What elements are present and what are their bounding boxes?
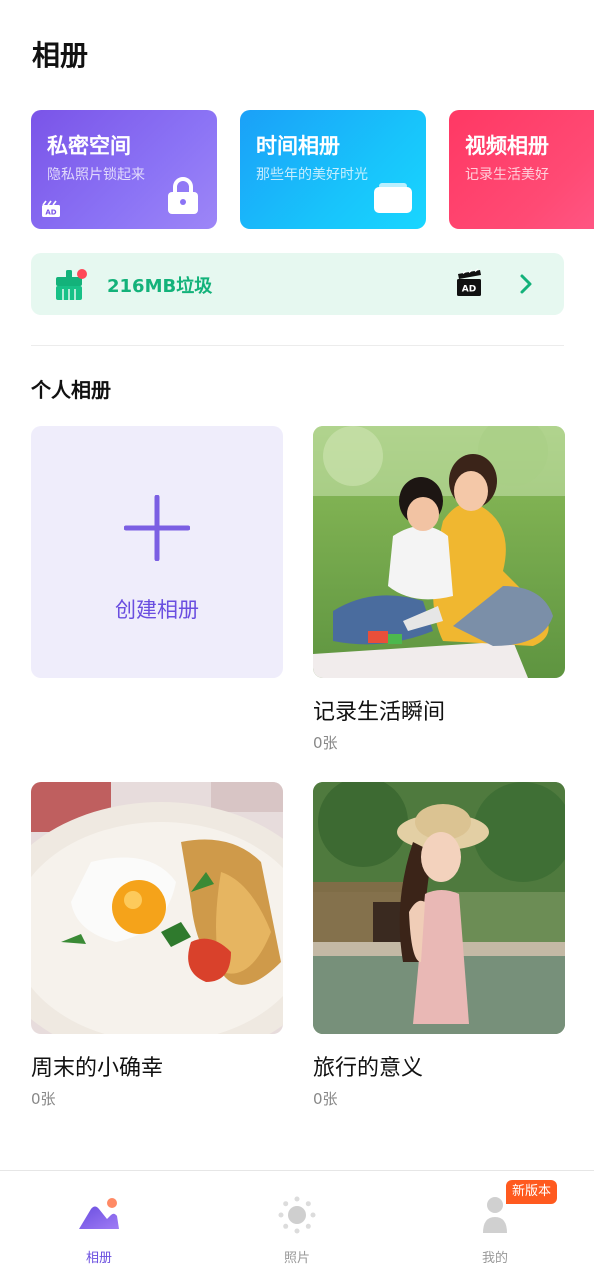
card-subtitle: 那些年的美好时光 <box>256 167 368 183</box>
create-album-button[interactable]: 创建相册 <box>31 426 283 678</box>
album-photo-count: 0张 <box>313 1090 338 1108</box>
junk-cleaner-banner[interactable]: 216MB垃圾 AD <box>31 253 564 315</box>
card-title: 时间相册 <box>256 134 340 158</box>
lock-icon <box>168 177 198 214</box>
tab-mine[interactable]: 我的 新版本 <box>396 1171 594 1280</box>
card-subtitle: 记录生活美好 <box>465 167 549 183</box>
chevron-right-icon <box>520 274 532 294</box>
page-title: 相册 <box>32 39 89 72</box>
album-icon <box>79 1198 119 1229</box>
album-photo-count: 0张 <box>31 1090 56 1108</box>
ad-icon: AD <box>457 268 481 296</box>
album-photo-count: 0张 <box>313 734 338 752</box>
album-card[interactable]: 旅行的意义 0张 <box>313 782 565 1108</box>
tab-photos[interactable]: 照片 <box>198 1171 396 1280</box>
folder-icon <box>374 183 412 213</box>
card-subtitle: 隐私照片锁起来 <box>47 167 145 183</box>
create-album-label: 创建相册 <box>115 598 199 622</box>
tab-label: 照片 <box>283 1251 310 1266</box>
svg-text:AD: AD <box>462 285 476 295</box>
video-album-card[interactable]: 视频相册 记录生活美好 <box>449 110 594 229</box>
plus-icon <box>124 495 190 561</box>
card-title: 视频相册 <box>465 134 549 158</box>
tab-album[interactable]: 相册 <box>0 1171 198 1280</box>
private-space-card[interactable]: 私密空间 隐私照片锁起来 AD <box>31 110 217 229</box>
broom-icon <box>56 269 87 300</box>
album-cover-image <box>313 782 565 1034</box>
tab-label: 相册 <box>85 1251 112 1266</box>
album-cover-image <box>31 782 283 1034</box>
photos-icon <box>278 1196 316 1234</box>
divider <box>31 345 564 346</box>
album-card[interactable]: 记录生活瞬间 0张 <box>313 426 565 752</box>
ad-icon: AD <box>42 200 60 217</box>
new-version-badge: 新版本 <box>506 1180 558 1204</box>
album-name: 记录生活瞬间 <box>313 700 446 725</box>
album-cover-image <box>313 426 565 678</box>
svg-text:AD: AD <box>45 209 56 217</box>
album-name: 旅行的意义 <box>313 1056 424 1081</box>
time-album-card[interactable]: 时间相册 那些年的美好时光 <box>240 110 426 229</box>
junk-size-label: 216MB垃圾 <box>107 276 213 297</box>
card-title: 私密空间 <box>47 134 131 158</box>
album-card[interactable]: 周末的小确幸 0张 <box>31 782 283 1108</box>
section-title: 个人相册 <box>31 378 111 402</box>
album-name: 周末的小确幸 <box>31 1056 164 1081</box>
bottom-tab-bar: 相册 照片 我的 新版本 <box>0 1170 594 1280</box>
feature-cards-row: 私密空间 隐私照片锁起来 AD 时间相册 那些年的美好时光 视频相册 记录生活美… <box>0 110 594 230</box>
tab-label: 我的 <box>481 1251 508 1266</box>
